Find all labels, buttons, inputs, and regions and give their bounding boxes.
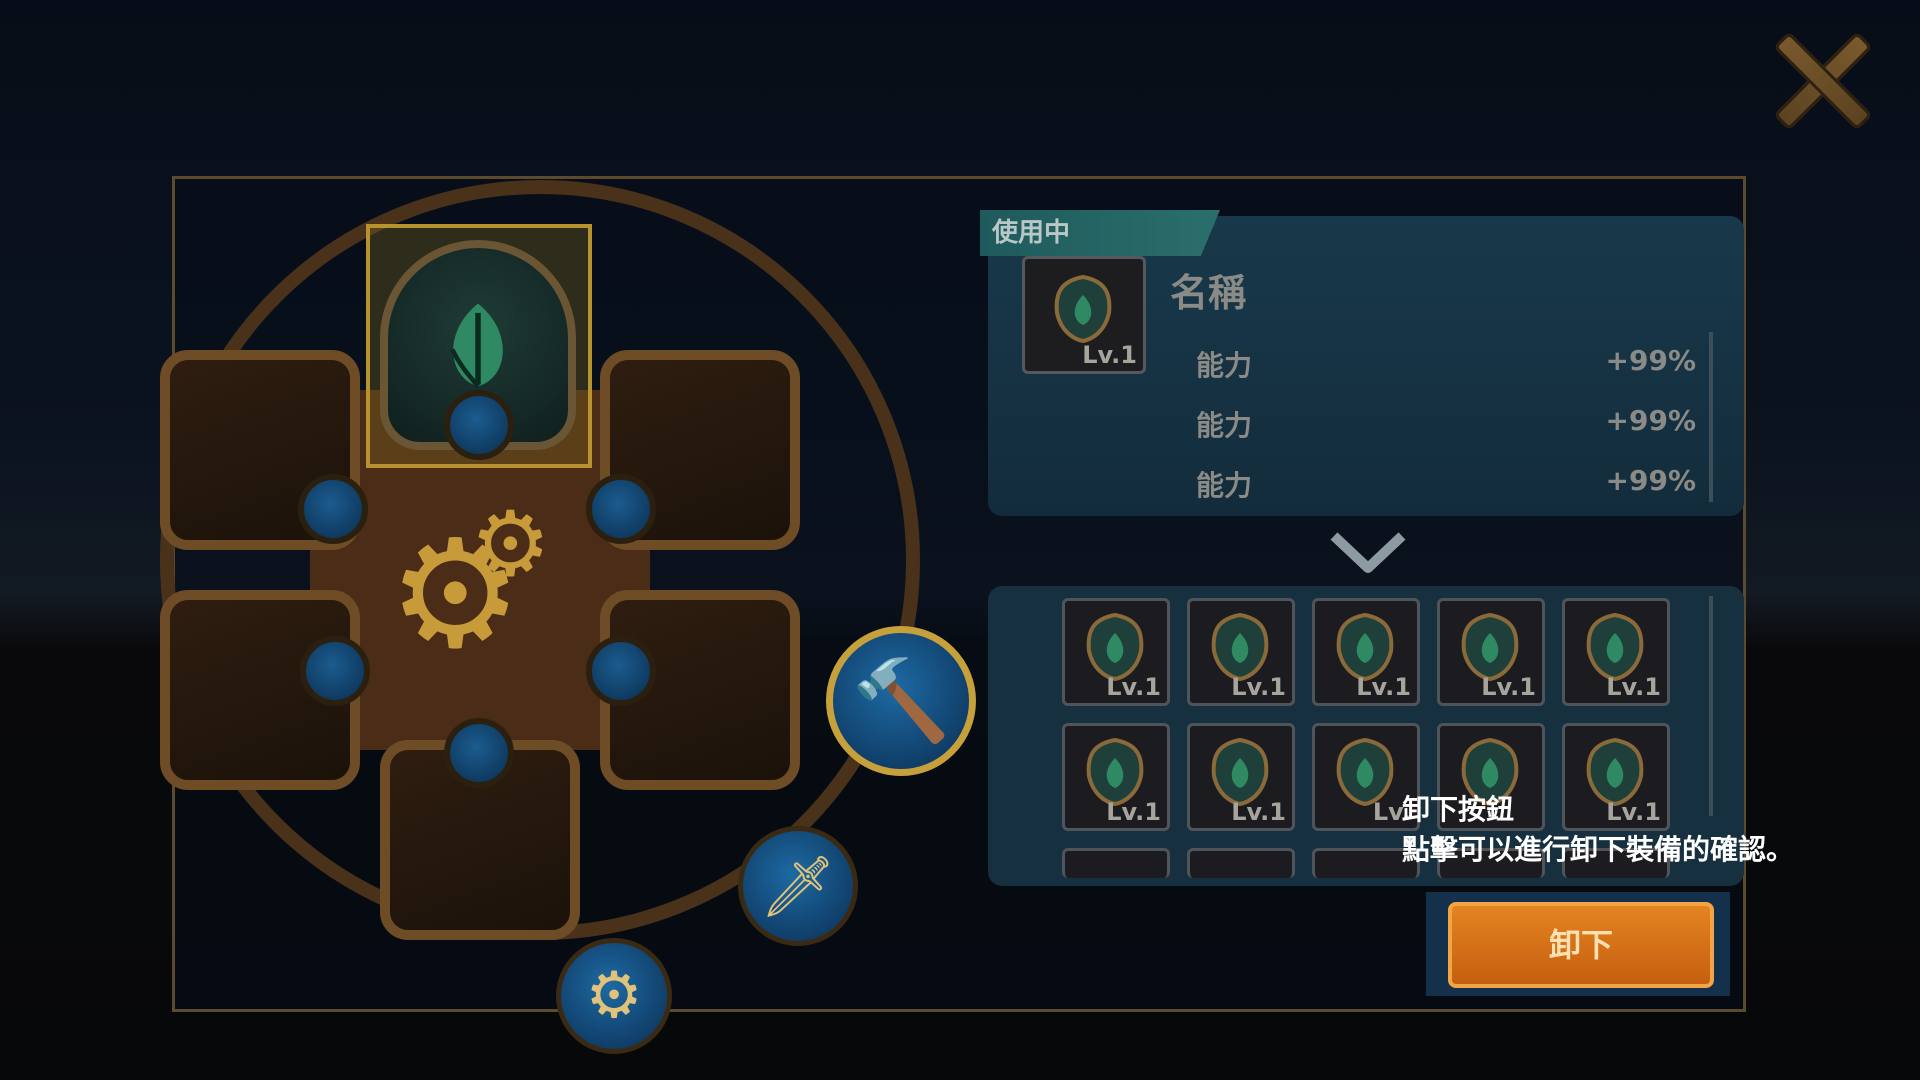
inventory-slot[interactable] [1062, 848, 1170, 878]
detail-scrollbar[interactable] [1709, 332, 1713, 502]
stat-row: 能力 +99% [1196, 464, 1696, 504]
close-icon[interactable] [1772, 30, 1872, 130]
stat-label: 能力 [1196, 469, 1253, 502]
inventory-slot-level: Lv.1 [1106, 673, 1161, 701]
inventory-slot-level: Lv.1 [1231, 798, 1286, 826]
stat-value: +99% [1605, 464, 1696, 497]
gem-socket[interactable] [586, 636, 656, 706]
sword-icon: 🗡 [759, 851, 837, 922]
gem-socket[interactable] [444, 718, 514, 788]
inventory-slot[interactable]: Lv.1 [1562, 598, 1670, 706]
gears-tab[interactable]: ⚙ [556, 938, 672, 1054]
hammer-tab[interactable]: 🔨 [826, 626, 976, 776]
inventory-slot[interactable]: Lv.1 [1062, 598, 1170, 706]
gem-socket[interactable] [298, 474, 368, 544]
inventory-slot-level: Lv.1 [1231, 673, 1286, 701]
equipped-item-icon: Lv.1 [1022, 256, 1146, 374]
inventory-slot-level: Lv.1 [1606, 673, 1661, 701]
stat-value: +99% [1605, 404, 1696, 437]
gem-socket[interactable] [586, 474, 656, 544]
tooltip: 卸下按鈕 點擊可以進行卸下裝備的確認。 [1402, 790, 1794, 870]
item-name: 名稱 [1170, 271, 1247, 315]
gem-socket[interactable] [444, 390, 514, 460]
inventory-slot[interactable] [1187, 848, 1295, 878]
stat-value: +99% [1605, 344, 1696, 377]
inventory-slot-level: Lv.1 [1481, 673, 1536, 701]
stat-label: 能力 [1196, 349, 1253, 382]
inventory-slot-level: Lv.1 [1106, 798, 1161, 826]
inventory-slot[interactable]: Lv.1 [1062, 723, 1170, 831]
stat-row: 能力 +99% [1196, 404, 1696, 444]
gem-socket[interactable] [300, 636, 370, 706]
tooltip-description: 點擊可以進行卸下裝備的確認。 [1402, 833, 1795, 866]
gears-icon: ⚙ [470, 492, 551, 597]
stat-label: 能力 [1196, 409, 1253, 442]
inventory-slot[interactable]: Lv.1 [1187, 723, 1295, 831]
gears-icon: ⚙ [585, 959, 643, 1033]
chevron-down-icon [1330, 532, 1406, 573]
inventory-slot[interactable]: Lv.1 [1187, 598, 1295, 706]
in-use-tag: 使用中 [980, 210, 1220, 256]
inventory-slot[interactable]: Lv.1 [1312, 598, 1420, 706]
inventory-slot-level: Lv.1 [1356, 673, 1411, 701]
tooltip-title: 卸下按鈕 [1402, 793, 1515, 826]
inventory-scrollbar[interactable] [1709, 596, 1713, 816]
inventory-slot[interactable]: Lv.1 [1437, 598, 1545, 706]
crest-icon [1054, 274, 1112, 344]
sword-tab[interactable]: 🗡 [738, 826, 858, 946]
unequip-button[interactable]: 卸下 [1448, 902, 1714, 988]
item-level: Lv.1 [1082, 341, 1137, 369]
hammer-icon: 🔨 [851, 654, 951, 747]
stat-row: 能力 +99% [1196, 344, 1696, 384]
